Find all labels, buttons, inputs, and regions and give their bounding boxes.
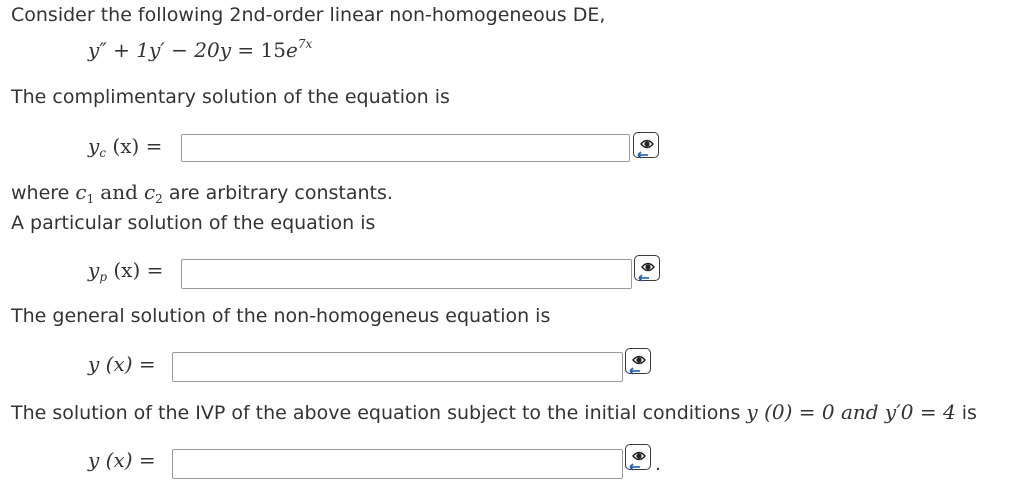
problem-intro: Consider the following 2nd-order linear … [11, 4, 606, 26]
complementary-label-var: y [88, 134, 100, 158]
constant-c1: c1 [75, 180, 95, 206]
ivp-prompt: The solution of the IVP of the above equ… [11, 402, 741, 424]
general-prompt: The general solution of the non-homogene… [11, 305, 551, 327]
particular-label: yp (x) = [88, 258, 164, 284]
constants-and: and [100, 180, 138, 204]
particular-label-sub: p [99, 270, 107, 284]
ivp-conditions: y (0) = 0 and y′0 = 4 [746, 400, 956, 424]
equation-editor-button-2[interactable] [634, 255, 660, 282]
constants-note: where c1 and c2 are arbitrary constants. [11, 180, 393, 205]
equation-lhs: y″ + 1y′ − 20y = [88, 38, 255, 62]
equation-base: e [285, 38, 298, 62]
complementary-label: yc (x) = [88, 134, 163, 160]
complementary-solution-input[interactable] [181, 134, 630, 162]
complementary-label-rest: (x) = [112, 134, 163, 158]
equation-editor-icon [629, 451, 646, 471]
equation-editor-icon [629, 355, 646, 375]
equation-exponent: 7x [297, 37, 313, 51]
equation-editor-icon [637, 139, 654, 159]
constants-rest: are arbitrary constants. [168, 182, 393, 204]
ivp-label: y (x) = [88, 448, 156, 472]
complementary-label-sub: c [99, 146, 107, 160]
general-label: y (x) = [88, 352, 156, 376]
differential-equation: y″ + 1y′ − 20y = 15e7x [88, 38, 312, 62]
equation-editor-button-3[interactable] [625, 348, 651, 375]
particular-label-rest: (x) = [113, 258, 164, 282]
equation-editor-button-1[interactable] [633, 132, 659, 159]
constant-c2: c2 [143, 180, 163, 206]
particular-prompt: A particular solution of the equation is [11, 212, 376, 234]
particular-solution-input[interactable] [181, 259, 632, 289]
ivp-prompt-end: is [961, 402, 977, 424]
equation-editor-icon [638, 262, 655, 282]
particular-label-var: y [88, 258, 100, 282]
ivp-trailing-period: . [655, 453, 662, 475]
general-solution-input[interactable] [172, 352, 623, 382]
complementary-prompt: The complimentary solution of the equati… [11, 86, 450, 108]
equation-editor-button-4[interactable] [625, 444, 651, 471]
ivp-prompt-line: The solution of the IVP of the above equ… [11, 400, 977, 425]
equation-coefficient: 15 [260, 38, 286, 62]
ivp-solution-input[interactable] [172, 449, 623, 479]
constants-where: where [11, 182, 70, 204]
